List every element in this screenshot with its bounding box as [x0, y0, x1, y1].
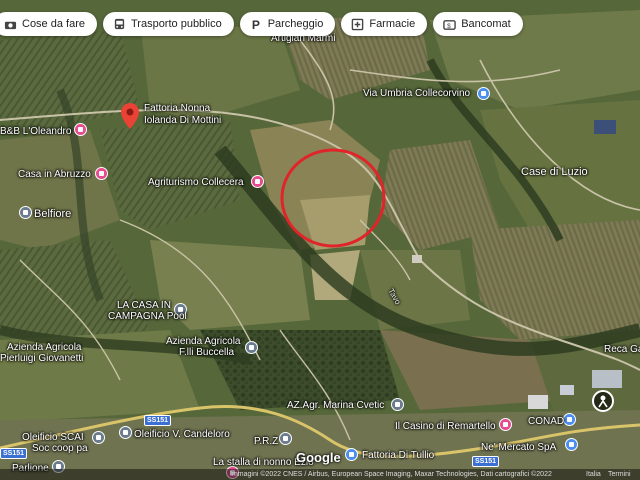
- place-label-fattoria-tullio[interactable]: Fattoria Di Tullio: [362, 450, 434, 461]
- place-label-azienda-buccella-line2[interactable]: F.lli Buccella: [179, 347, 234, 358]
- place-pin-icon[interactable]: [119, 426, 132, 439]
- place-label-fattoria-nonna-line2[interactable]: Iolanda Di Mottini: [144, 115, 221, 126]
- place-pin-icon[interactable]: [245, 341, 258, 354]
- filter-chip-pharmacies[interactable]: Farmacie: [341, 12, 428, 36]
- map-attribution-bar: Immagini ©2022 CNES / Airbus, European S…: [0, 469, 640, 480]
- filter-chip-label: Cose da fare: [22, 18, 85, 30]
- pegman-icon: [598, 395, 608, 408]
- terms-link[interactable]: Termini: [608, 469, 631, 480]
- filter-chip-label: Trasporto pubblico: [130, 18, 222, 30]
- filter-chip-label: Parcheggio: [267, 18, 324, 30]
- lodging-pin-icon[interactable]: [95, 167, 108, 180]
- lodging-pin-icon[interactable]: [251, 175, 264, 188]
- lodging-pin-icon[interactable]: [499, 418, 512, 431]
- filter-chip-label: Farmacie: [369, 18, 416, 30]
- place-label-azienda-buccella[interactable]: Azienda Agricola: [166, 336, 241, 347]
- lodging-pin-icon[interactable]: [74, 123, 87, 136]
- place-label-oleificio-scai-line2[interactable]: Soc coop pa: [32, 443, 88, 454]
- selected-place-pin-icon[interactable]: [121, 103, 139, 129]
- filter-chip-public-transport[interactable]: Trasporto pubblico: [102, 12, 234, 36]
- filter-chip-parking[interactable]: P Parcheggio: [239, 12, 336, 36]
- place-label-bb-oleandro[interactable]: B&B L'Oleandro: [0, 126, 71, 137]
- parking-icon: P: [252, 18, 260, 31]
- road-shield-ss151: SS151: [472, 456, 500, 467]
- place-label-marina-cvetic[interactable]: AZ.Agr. Marina Cvetic: [287, 400, 384, 411]
- filter-chip-things-to-do[interactable]: Cose da fare: [0, 12, 97, 36]
- place-label-azienda-giovanetti-line2[interactable]: Pierluigi Giovanetti: [0, 353, 83, 364]
- filter-chip-label: Bancomat: [461, 18, 511, 30]
- google-logo: Google: [296, 450, 341, 465]
- road-shield-ss151: SS151: [144, 415, 172, 426]
- place-pin-icon[interactable]: [19, 206, 32, 219]
- category-filter-bar: Cose da fare Trasporto pubblico P Parche…: [0, 12, 523, 36]
- place-label-casino-remartello[interactable]: Il Casino di Remartello: [395, 421, 496, 432]
- country-label: Italia: [586, 471, 601, 478]
- place-label-belfiore[interactable]: Belfiore: [34, 208, 71, 220]
- pharmacy-icon: [352, 18, 364, 30]
- place-pin-icon[interactable]: [391, 398, 404, 411]
- place-label-fattoria-nonna[interactable]: Fattoria Nonna: [144, 103, 210, 114]
- shop-pin-icon[interactable]: [565, 438, 578, 451]
- place-label-casa-abruzzo[interactable]: Casa in Abruzzo: [18, 169, 91, 180]
- place-label-prz[interactable]: P.R.Z: [254, 436, 278, 447]
- road-shield-ss151: SS151: [0, 448, 28, 459]
- filter-chip-atm[interactable]: $ Bancomat: [433, 12, 523, 36]
- place-label-via-umbria[interactable]: Via Umbria Collecorvino: [363, 88, 470, 99]
- shop-pin-icon[interactable]: [477, 87, 490, 100]
- camera-icon: [4, 21, 17, 29]
- place-label-oleificio-scai[interactable]: Oleificio SCAI: [22, 432, 84, 443]
- place-label-agriturismo-collecera[interactable]: Agriturismo Collecera: [148, 177, 244, 188]
- street-view-button[interactable]: [592, 390, 614, 412]
- satellite-map[interactable]: Fattoria Nonna Iolanda Di Mottini B&B L'…: [0, 0, 640, 480]
- svg-text:$: $: [447, 22, 451, 29]
- place-label-casa-campagna-line2[interactable]: CAMPAGNA Pool: [108, 311, 187, 322]
- highlight-circle: [280, 148, 386, 248]
- place-label-conad[interactable]: CONAD: [528, 416, 564, 427]
- place-label-azienda-giovanetti[interactable]: Azienda Agricola: [7, 342, 82, 353]
- place-pin-icon[interactable]: [279, 432, 292, 445]
- shop-pin-icon[interactable]: [563, 413, 576, 426]
- shop-pin-icon[interactable]: [345, 448, 358, 461]
- place-label-casa-campagna[interactable]: LA CASA IN: [117, 300, 171, 311]
- imagery-attribution: Immagini ©2022 CNES / Airbus, European S…: [230, 471, 552, 478]
- svg-text:P: P: [252, 18, 260, 31]
- atm-icon: $: [443, 19, 456, 30]
- place-label-case-di-luzio[interactable]: Case di Luzio: [521, 166, 588, 178]
- bus-icon: [114, 18, 125, 29]
- place-label-reca[interactable]: Reca Ga: [604, 344, 640, 355]
- place-label-oleificio-candeloro[interactable]: Oleificio V. Candeloro: [134, 429, 230, 440]
- place-pin-icon[interactable]: [92, 431, 105, 444]
- place-label-mercato[interactable]: Ne' Mercato SpA: [481, 442, 556, 453]
